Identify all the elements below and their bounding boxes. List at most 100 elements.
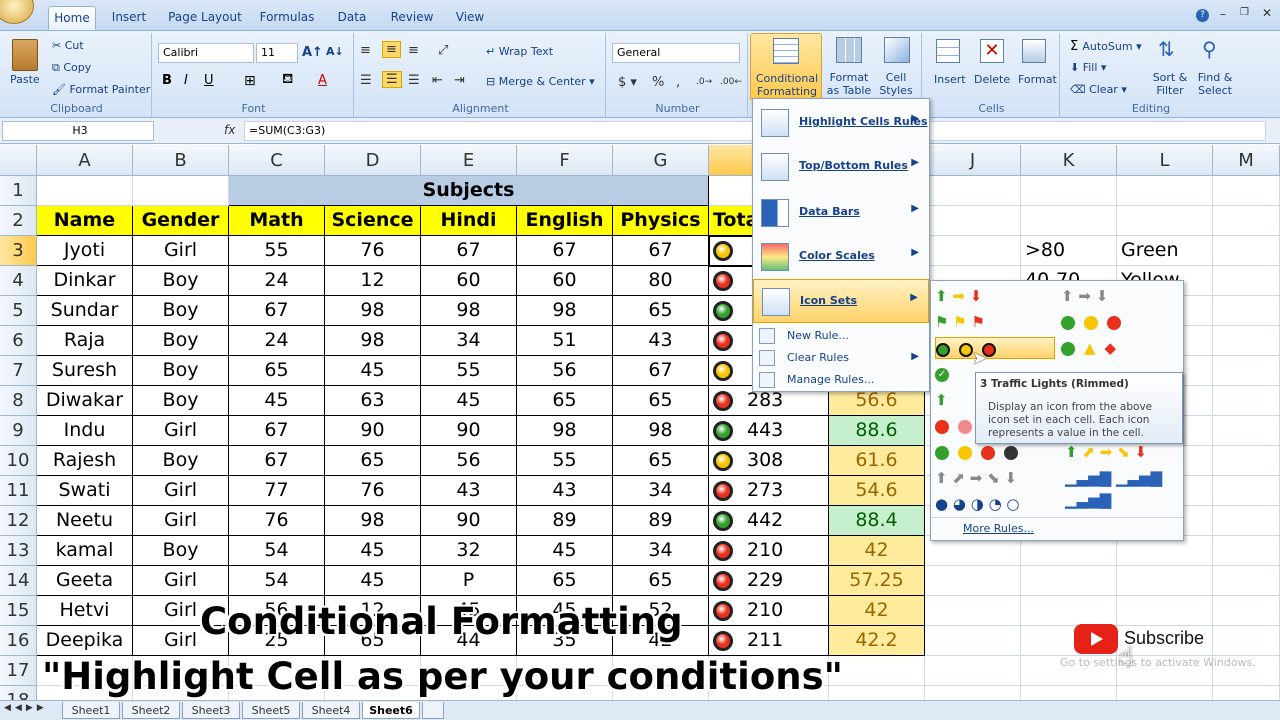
insert-cells-button[interactable]: Insert: [934, 73, 966, 86]
grid-cell[interactable]: [1117, 206, 1213, 236]
tab-page-layout[interactable]: Page Layout: [164, 6, 246, 30]
grid-cell[interactable]: [925, 176, 1021, 206]
insert-sheet-icon[interactable]: [422, 702, 444, 719]
score-cell[interactable]: 34: [421, 326, 517, 356]
grid-cell[interactable]: [1117, 176, 1213, 206]
criteria-cell[interactable]: >80: [1021, 236, 1117, 266]
average-cell[interactable]: 61.6: [829, 446, 925, 476]
score-cell[interactable]: 98: [421, 296, 517, 326]
gender-cell[interactable]: Girl: [133, 476, 229, 506]
grid-cell[interactable]: [1213, 446, 1280, 476]
score-cell[interactable]: 90: [325, 416, 421, 446]
menu-highlight-cells-rules[interactable]: Highlight Cells Rules ▶: [753, 101, 929, 145]
column-header-j[interactable]: J: [925, 145, 1021, 176]
score-cell[interactable]: 43: [613, 326, 709, 356]
score-cell[interactable]: 60: [517, 266, 613, 296]
score-cell[interactable]: 65: [325, 446, 421, 476]
sheet-tab-sheet3[interactable]: Sheet3: [182, 702, 240, 719]
autosum-button[interactable]: Σ AutoSum ▾: [1070, 39, 1142, 54]
grid-cell[interactable]: [1213, 176, 1280, 206]
row-header-16[interactable]: 16: [0, 626, 37, 656]
more-rules-link[interactable]: More Rules...: [963, 522, 1034, 535]
row-header-9[interactable]: 9: [0, 416, 37, 446]
name-cell[interactable]: Raja: [37, 326, 133, 356]
gender-cell[interactable]: Girl: [133, 416, 229, 446]
row-header-11[interactable]: 11: [0, 476, 37, 506]
average-cell[interactable]: 42: [829, 596, 925, 626]
cell-styles-button[interactable]: Cell Styles: [874, 33, 918, 101]
grid-cell[interactable]: [925, 566, 1021, 596]
grid-cell[interactable]: [133, 176, 229, 206]
name-cell[interactable]: Dinkar: [37, 266, 133, 296]
sheet-tab-sheet5[interactable]: Sheet5: [242, 702, 300, 719]
score-cell[interactable]: 55: [229, 236, 325, 266]
score-cell[interactable]: 45: [421, 386, 517, 416]
name-cell[interactable]: Swati: [37, 476, 133, 506]
gender-cell[interactable]: Boy: [133, 386, 229, 416]
icon-set-3-arrows-colored[interactable]: ⬆ ➡ ⬇: [935, 285, 982, 307]
row-header-10[interactable]: 10: [0, 446, 37, 476]
format-cells-button[interactable]: Format: [1018, 73, 1057, 86]
minimize-icon[interactable]: –: [1220, 7, 1226, 21]
score-cell[interactable]: 43: [517, 476, 613, 506]
align-middle-icon[interactable]: ≡: [382, 41, 401, 58]
column-header-e[interactable]: E: [421, 145, 517, 176]
sort-filter-button[interactable]: Sort & Filter: [1150, 71, 1190, 97]
score-cell[interactable]: 98: [517, 296, 613, 326]
gender-cell[interactable]: Girl: [133, 566, 229, 596]
icon-set-3-arrows-gray[interactable]: ⬆ ➡ ⬇: [1061, 285, 1108, 307]
average-cell[interactable]: 42.2: [829, 626, 925, 656]
score-cell[interactable]: 34: [613, 476, 709, 506]
column-header-l[interactable]: L: [1117, 145, 1213, 176]
grid-cell[interactable]: [1213, 536, 1280, 566]
row-header-15[interactable]: 15: [0, 596, 37, 626]
total-cell[interactable]: 273: [709, 476, 829, 506]
grid-cell[interactable]: [1213, 476, 1280, 506]
average-cell[interactable]: 42: [829, 536, 925, 566]
icon-set-5-quarters[interactable]: ● ◕ ◑ ◔ ○: [935, 493, 1020, 515]
score-cell[interactable]: 90: [421, 506, 517, 536]
merge-center-button[interactable]: ⊟ Merge & Center ▾: [486, 75, 595, 88]
header-cell[interactable]: Math: [229, 206, 325, 236]
align-bottom-icon[interactable]: ≡: [408, 43, 419, 58]
grid-cell[interactable]: [1213, 566, 1280, 596]
grid-cell[interactable]: [1213, 296, 1280, 326]
name-cell[interactable]: kamal: [37, 536, 133, 566]
office-button[interactable]: [0, 0, 34, 24]
grid-cell[interactable]: [829, 656, 925, 686]
row-header-3[interactable]: 3: [0, 236, 37, 266]
grid-cell[interactable]: [1213, 266, 1280, 296]
score-cell[interactable]: 32: [421, 536, 517, 566]
header-cell[interactable]: Physics: [613, 206, 709, 236]
gender-cell[interactable]: Boy: [133, 536, 229, 566]
menu-new-rule[interactable]: New Rule...: [753, 325, 929, 347]
restore-icon[interactable]: ❐: [1240, 7, 1249, 18]
icon-set-5-arrows-colored[interactable]: ⬆ ⬈ ➡ ⬊ ⬇: [1065, 441, 1147, 463]
align-center-icon[interactable]: ☰: [382, 71, 402, 88]
column-header-c[interactable]: C: [229, 145, 325, 176]
icon-set-3-traffic-lights[interactable]: [1061, 311, 1130, 333]
score-cell[interactable]: 67: [613, 356, 709, 386]
menu-icon-sets[interactable]: Icon Sets ▶: [753, 279, 929, 323]
grid-cell[interactable]: [1021, 206, 1117, 236]
increase-decimal-icon[interactable]: .0→: [696, 77, 712, 87]
total-cell[interactable]: 442: [709, 506, 829, 536]
score-cell[interactable]: 65: [613, 446, 709, 476]
score-cell[interactable]: 45: [325, 356, 421, 386]
select-all-corner[interactable]: [0, 145, 37, 176]
column-header-a[interactable]: A: [37, 145, 133, 176]
total-cell[interactable]: 210: [709, 596, 829, 626]
column-header-d[interactable]: D: [325, 145, 421, 176]
score-cell[interactable]: 55: [517, 446, 613, 476]
score-cell[interactable]: 51: [517, 326, 613, 356]
sheet-nav-arrows-icon[interactable]: ◀◀▶▶: [4, 703, 48, 713]
gender-cell[interactable]: Boy: [133, 266, 229, 296]
gender-cell[interactable]: Boy: [133, 446, 229, 476]
score-cell[interactable]: 67: [229, 446, 325, 476]
score-cell[interactable]: 56: [517, 356, 613, 386]
score-cell[interactable]: 45: [517, 536, 613, 566]
menu-manage-rules[interactable]: Manage Rules...: [753, 369, 929, 391]
score-cell[interactable]: 67: [613, 236, 709, 266]
score-cell[interactable]: 24: [229, 326, 325, 356]
decrease-indent-icon[interactable]: ⇤: [432, 73, 443, 88]
